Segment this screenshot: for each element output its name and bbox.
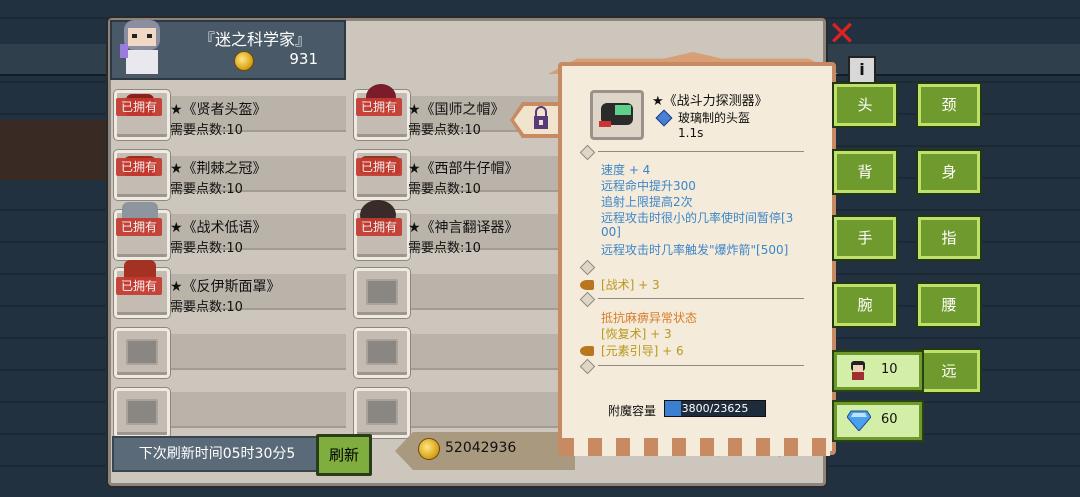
item-cost: 需要点数:10 [408, 182, 481, 197]
divider [598, 298, 804, 299]
divider [598, 365, 804, 366]
diamond-icon [847, 410, 871, 431]
item-bar [160, 334, 346, 370]
item-bar [400, 392, 570, 428]
item-name: ★《反伊斯面罩》 [170, 279, 281, 295]
stat-line: [元素引导] + 6 [601, 344, 684, 358]
stat-line: [战术] + 3 [601, 278, 660, 292]
divider [598, 151, 804, 152]
item-name: ★《贤者头盔》 [170, 102, 267, 118]
item-bar [400, 274, 570, 310]
item-slot-empty[interactable] [354, 388, 410, 438]
item-cost: 需要点数:10 [408, 123, 481, 138]
owned-badge: 已拥有 [356, 158, 402, 176]
item-slot-empty[interactable] [354, 328, 410, 378]
gem-count-button[interactable]: 60 [834, 402, 922, 440]
item-slot-empty[interactable] [354, 268, 410, 318]
detector-helmet-icon [590, 90, 644, 140]
coin-icon [234, 51, 254, 71]
item-name: ★《战术低语》 [170, 220, 267, 236]
slot-button-neck[interactable]: 颈 [918, 84, 980, 126]
stat-line: 远程攻击时几率触发"爆炸箭"[500] [601, 243, 789, 257]
enchant-value: 3800/23625 [681, 402, 749, 415]
stat-line: 00] [601, 225, 621, 239]
item-cost: 需要点数:10 [170, 182, 243, 197]
tooltip-time: 1.1s [678, 126, 704, 140]
gold-amount: 52042936 [445, 440, 517, 456]
item-slot-empty[interactable] [114, 388, 170, 438]
empty-slot-frame [366, 399, 398, 425]
merchant-coin-count: 931 [289, 50, 318, 68]
merchant-avatar [120, 20, 160, 74]
owned-badge: 已拥有 [116, 218, 162, 236]
character-icon [851, 361, 865, 380]
empty-slot-frame [366, 339, 398, 365]
item-bar [160, 392, 346, 428]
item-cost: 需要点数:10 [408, 241, 481, 256]
stat-line: 追射上限提高2次 [601, 195, 693, 209]
tooltip-title: ★《战斗力探测器》 [652, 94, 768, 109]
skill-key-icon [580, 346, 594, 356]
owned-badge: 已拥有 [116, 277, 162, 295]
slot-button-ranged[interactable]: 远 [918, 350, 980, 392]
enchant-label: 附魔容量 [608, 404, 657, 418]
close-icon[interactable]: ✕ [826, 17, 858, 51]
item-name: ★《神言翻译器》 [408, 220, 519, 236]
empty-slot-frame [366, 279, 398, 305]
tooltip-subtitle: 玻璃制的头盔 [678, 111, 751, 125]
owned-badge: 已拥有 [116, 98, 162, 116]
slot-button-hand[interactable]: 手 [834, 217, 896, 259]
item-name: ★《西部牛仔帽》 [408, 161, 519, 177]
gold-coin-icon [418, 438, 440, 460]
slot-button-back[interactable]: 背 [834, 151, 896, 193]
item-bar [400, 334, 570, 370]
stat-line: 速度 + 4 [601, 163, 651, 177]
slot-button-body[interactable]: 身 [918, 151, 980, 193]
info-icon[interactable]: i [848, 56, 876, 84]
owned-badge: 已拥有 [356, 98, 402, 116]
tooltip-bottom-fringe [560, 438, 830, 456]
gem-count: 60 [881, 412, 898, 427]
character-count: 10 [881, 362, 898, 377]
background-door [0, 120, 110, 180]
item-cost: 需要点数:10 [170, 241, 243, 256]
enchant-bar: 3800/23625 [664, 400, 766, 417]
item-cost: 需要点数:10 [170, 123, 243, 138]
stat-line: 远程命中提升300 [601, 179, 696, 193]
empty-slot-frame [126, 339, 158, 365]
stat-line: [恢复术] + 3 [601, 327, 672, 341]
item-slot-empty[interactable] [114, 328, 170, 378]
skill-key-icon [580, 280, 594, 290]
item-name: ★《荆棘之冠》 [170, 161, 267, 177]
slot-button-finger[interactable]: 指 [918, 217, 980, 259]
item-cost: 需要点数:10 [170, 300, 243, 315]
slot-button-wrist[interactable]: 腕 [834, 284, 896, 326]
stat-line: 抵抗麻痹异常状态 [601, 311, 698, 325]
merchant-title: 『迷之科学家』 [198, 30, 311, 49]
owned-badge: 已拥有 [116, 158, 162, 176]
owned-badge: 已拥有 [356, 218, 402, 236]
stat-line: 远程攻击时很小的几率使时间暂停[3 [601, 211, 794, 225]
slot-button-head[interactable]: 头 [834, 84, 896, 126]
slot-button-waist[interactable]: 腰 [918, 284, 980, 326]
character-count-button[interactable]: 10 [834, 352, 922, 390]
refresh-button[interactable]: 刷新 [316, 434, 372, 476]
refresh-timer: 下次刷新时间05时30分5 [112, 436, 322, 472]
empty-slot-frame [126, 399, 158, 425]
item-name: ★《国师之帽》 [408, 102, 505, 118]
